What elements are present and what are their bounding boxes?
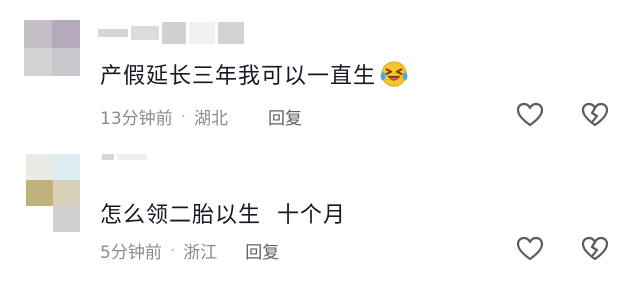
avatar-pixel [52, 20, 80, 48]
blur-block [117, 154, 147, 160]
comment-item: 产假延长三年我可以一直生 13分钟前 · 湖北 回复 [0, 0, 640, 140]
avatar-pixel [26, 180, 53, 206]
broken-heart-icon[interactable] [580, 100, 610, 130]
blur-block [98, 29, 128, 37]
broken-heart-icon[interactable] [580, 234, 610, 264]
username-blurred[interactable] [98, 22, 244, 44]
comment-location: 湖北 [194, 109, 229, 129]
avatar-pixel [53, 206, 80, 232]
avatar[interactable] [24, 20, 80, 76]
avatar-pixel [26, 206, 53, 232]
laughing-tears-emoji-icon [380, 61, 408, 87]
separator-dot: · [180, 106, 187, 127]
avatar[interactable] [26, 154, 80, 232]
comment-time: 5分钟前 [100, 243, 162, 263]
avatar-pixel [26, 154, 53, 180]
blur-block [102, 154, 114, 160]
separator-dot: · [169, 240, 176, 261]
avatar-pixel [24, 20, 52, 48]
heart-outline-icon[interactable] [515, 100, 545, 130]
blur-block [218, 22, 244, 44]
comment-text-content: 怎么领二胎以生 十个月 [100, 203, 346, 228]
username-blurred[interactable] [102, 150, 147, 164]
heart-outline-icon[interactable] [515, 234, 545, 264]
blur-block [131, 26, 159, 40]
comment-time: 13分钟前 [100, 109, 173, 129]
avatar-pixel [52, 48, 80, 76]
comment-text-content: 产假延长三年我可以一直生 [100, 64, 377, 89]
blur-block [162, 22, 186, 44]
blur-block [189, 22, 215, 44]
comment-meta: 13分钟前 · 湖北 回复 [100, 104, 302, 130]
avatar-pixel [53, 180, 80, 206]
comment-location: 浙江 [183, 243, 218, 263]
comment-item: 怎么领二胎以生 十个月 5分钟前 · 浙江 回复 [0, 140, 640, 281]
avatar-pixel [53, 154, 80, 180]
avatar-pixel [24, 48, 52, 76]
reply-button[interactable]: 回复 [245, 238, 279, 263]
reply-button[interactable]: 回复 [268, 104, 302, 129]
comment-text: 怎么领二胎以生 十个月 [100, 197, 346, 229]
comment-text: 产假延长三年我可以一直生 [100, 58, 409, 90]
comment-meta: 5分钟前 · 浙江 回复 [100, 238, 279, 264]
